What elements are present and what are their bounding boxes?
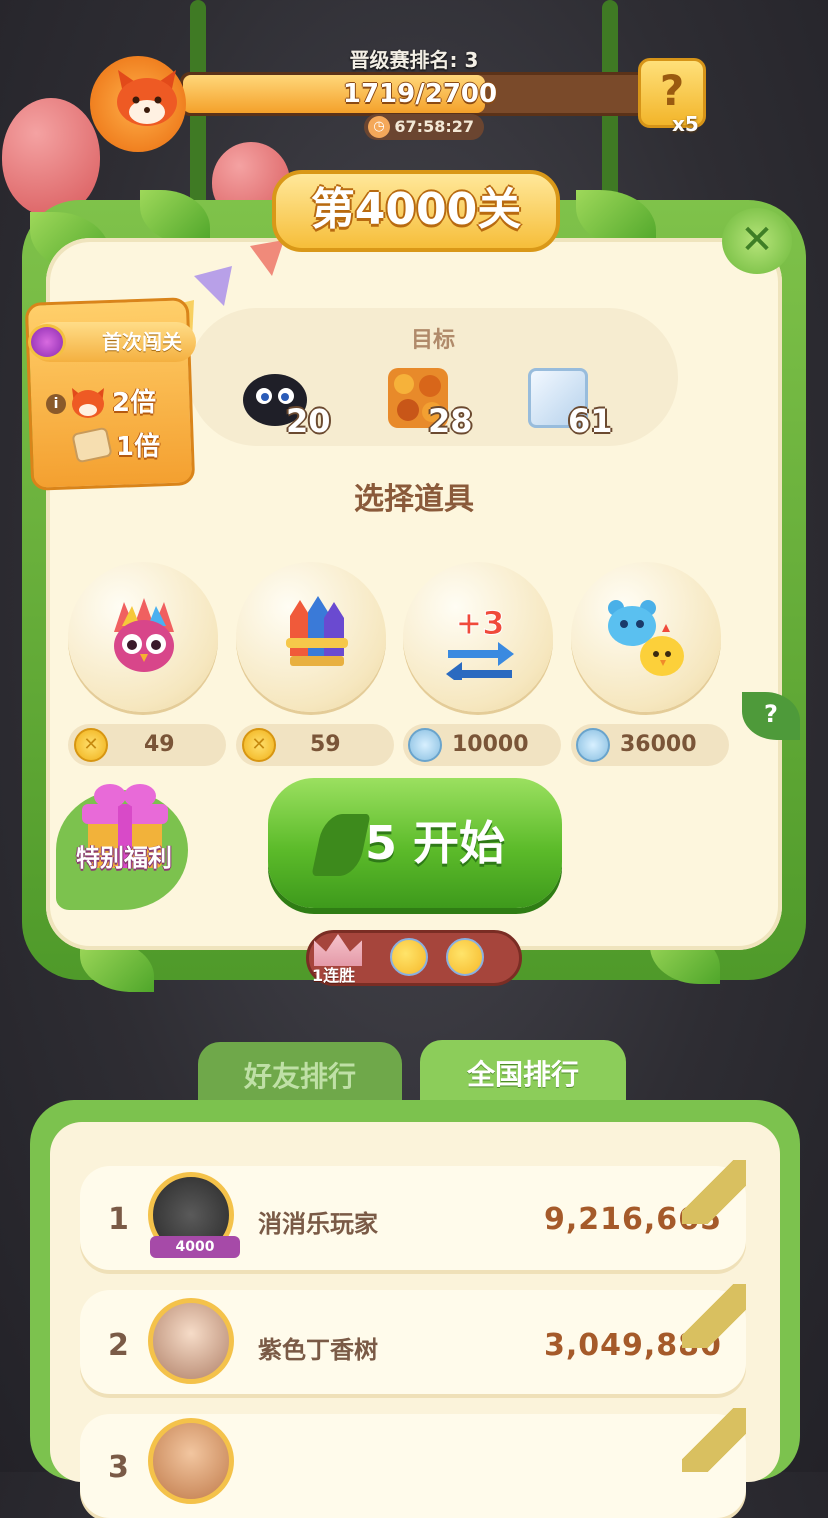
clock-icon: ◷: [368, 116, 390, 138]
plus-3-moves-icon: +3: [446, 604, 514, 680]
avatar[interactable]: [148, 1418, 234, 1504]
svg-text:+3: +3: [455, 604, 504, 642]
level-badge: 4000: [150, 1236, 240, 1258]
fox-small-icon: [72, 388, 104, 418]
avatar[interactable]: [148, 1298, 234, 1384]
close-button[interactable]: ✕: [722, 208, 792, 274]
rocket-bundle-icon: [286, 596, 348, 666]
progress-text: 1719/2700: [342, 79, 498, 109]
item-price: 36000: [620, 732, 697, 757]
chick-icon: [390, 938, 428, 976]
player-name: 紫色丁香树: [258, 1336, 378, 1364]
start-button-label: 5 开始: [268, 778, 562, 908]
goal-title: 目标: [410, 328, 455, 353]
item-price: 49: [144, 732, 175, 757]
energy-cost: 5: [364, 816, 397, 870]
goal-count: 61: [568, 402, 613, 440]
level-progress-bar: 1719/2700: [180, 72, 660, 116]
streak-label: 1连胜: [312, 966, 356, 985]
level-title: 第4000关: [272, 170, 560, 252]
start-text: 开始: [413, 816, 506, 870]
ribbon-icon: [682, 1284, 746, 1348]
trophy-icon: [28, 324, 66, 360]
select-items-title: 选择道具: [354, 482, 474, 517]
item-price: 59: [310, 732, 341, 757]
rank-number: 3: [108, 1450, 129, 1485]
special-gift-label: 特别福利: [76, 844, 172, 872]
ribbon-icon: [682, 1408, 746, 1472]
mystery-box-count: x5: [672, 112, 699, 136]
fox-multiplier: 2倍: [112, 388, 157, 418]
gem-coin-icon: [408, 728, 442, 762]
pink-balloon: [2, 98, 100, 216]
goal-count: 20: [286, 402, 331, 440]
rainbow-owl-icon: [114, 598, 174, 672]
gem-coin-icon: [576, 728, 610, 762]
coin-icon: ✕: [74, 728, 108, 762]
fox-icon: [117, 70, 177, 126]
goal-count: 28: [428, 402, 473, 440]
player-name: 消消乐玩家: [258, 1210, 378, 1238]
item-price: 10000: [452, 732, 529, 757]
info-icon[interactable]: i: [46, 394, 66, 414]
rank-number: 1: [108, 1202, 129, 1237]
chick-icon: [446, 938, 484, 976]
coin-icon: ✕: [242, 728, 276, 762]
scroll-multiplier: 1倍: [116, 432, 161, 462]
rank-number: 2: [108, 1328, 129, 1363]
ribbon-icon: [682, 1160, 746, 1224]
bear-chick-swap-icon: [608, 600, 684, 676]
